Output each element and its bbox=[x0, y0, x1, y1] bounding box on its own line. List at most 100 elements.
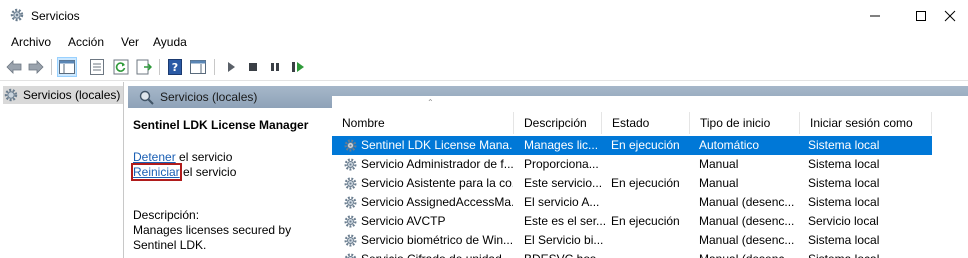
stop-icon bbox=[249, 63, 257, 71]
table-row[interactable]: Servicio Administrador de f... Proporcion… bbox=[332, 155, 932, 174]
service-description: Descripción: Manages licenses secured by… bbox=[133, 208, 333, 253]
cell-desc: Proporciona... bbox=[524, 157, 599, 171]
table-row[interactable]: Servicio Cifrado de unidad... BDESVC hos.… bbox=[332, 250, 932, 258]
cell-name: Sentinel LDK License Mana... bbox=[361, 138, 513, 152]
action-pane-icon bbox=[190, 60, 206, 74]
cell-state: En ejecución bbox=[611, 138, 680, 152]
sort-ascending-icon: ⌃ bbox=[427, 98, 434, 107]
cell-startup: Automático bbox=[699, 138, 760, 152]
export-list-button[interactable] bbox=[134, 57, 154, 77]
table-row[interactable]: Servicio AssignedAccessMa... El servicio … bbox=[332, 193, 932, 212]
cell-startup: Manual (desenc... bbox=[699, 214, 795, 228]
refresh-button[interactable] bbox=[111, 57, 131, 77]
minimize-icon bbox=[870, 15, 880, 17]
pause-icon bbox=[271, 63, 279, 71]
pause-service-button[interactable] bbox=[265, 57, 285, 77]
stop-action-suffix: el servicio bbox=[175, 150, 233, 164]
service-gear-icon bbox=[344, 158, 357, 171]
cell-state bbox=[611, 155, 693, 174]
cell-name: Servicio Administrador de f... bbox=[361, 157, 513, 171]
back-arrow-icon bbox=[6, 60, 22, 74]
console-tree: Servicios (locales) bbox=[0, 82, 124, 258]
service-gear-icon bbox=[344, 215, 357, 228]
service-gear-icon bbox=[344, 253, 357, 258]
service-gear-icon bbox=[344, 234, 357, 247]
toolbar-separator bbox=[159, 59, 160, 75]
restart-service-link[interactable]: Reiniciar bbox=[131, 163, 182, 181]
column-header-logon-as[interactable]: Iniciar sesión como bbox=[800, 112, 932, 134]
column-header-status[interactable]: Estado bbox=[602, 112, 690, 134]
cell-startup: Manual (desenc... bbox=[699, 250, 803, 258]
play-icon bbox=[228, 62, 235, 72]
cell-name: Servicio Cifrado de unidad... bbox=[361, 250, 513, 258]
maximize-button[interactable] bbox=[898, 0, 944, 32]
toolbar: ? bbox=[0, 53, 968, 81]
column-header-description[interactable]: Descripción bbox=[514, 112, 602, 134]
restart-icon bbox=[292, 62, 304, 72]
table-header: Nombre Descripción Estado Tipo de inicio… bbox=[332, 112, 968, 134]
show-action-pane-button[interactable] bbox=[188, 57, 208, 77]
services-gear-icon bbox=[4, 88, 18, 102]
close-icon bbox=[944, 10, 956, 22]
menu-archivo[interactable]: Archivo bbox=[11, 35, 51, 49]
cell-startup: Manual bbox=[699, 176, 739, 190]
start-service-button[interactable] bbox=[221, 57, 241, 77]
back-button[interactable] bbox=[4, 57, 24, 77]
service-gear-icon bbox=[344, 196, 357, 209]
help-button[interactable]: ? bbox=[165, 57, 185, 77]
cell-logon: Sistema local bbox=[808, 157, 880, 171]
menu-bar: Archivo Acción Ver Ayuda bbox=[0, 32, 968, 52]
cell-name: Servicio AssignedAccessMa... bbox=[361, 195, 513, 209]
services-table: ⌃ Nombre Descripción Estado Tipo de inic… bbox=[332, 96, 968, 258]
properties-icon bbox=[90, 59, 104, 75]
stop-action-line: Detener el servicio bbox=[133, 150, 236, 165]
cell-logon: Sistema local bbox=[808, 195, 880, 209]
service-gear-icon bbox=[344, 139, 357, 152]
cell-logon: Sistema local bbox=[808, 250, 930, 258]
cell-name: Servicio Asistente para la co... bbox=[361, 176, 513, 190]
forward-arrow-icon bbox=[28, 60, 44, 74]
description-label: Descripción: bbox=[133, 208, 200, 222]
services-gear-icon bbox=[10, 8, 24, 22]
cell-state bbox=[611, 231, 693, 250]
cell-state bbox=[611, 193, 693, 212]
console-tree-icon bbox=[59, 60, 75, 74]
cell-name: Servicio AVCTP bbox=[361, 214, 446, 228]
column-header-startup-type[interactable]: Tipo de inicio bbox=[690, 112, 800, 134]
tree-item-label: Servicios (locales) bbox=[23, 88, 121, 102]
restart-action-suffix: el servicio bbox=[179, 165, 237, 179]
tree-item-services-local[interactable]: Servicios (locales) bbox=[3, 86, 123, 104]
menu-ver[interactable]: Ver bbox=[121, 35, 139, 49]
menu-accion[interactable]: Acción bbox=[68, 35, 104, 49]
table-row[interactable]: Servicio Asistente para la co... Este ser… bbox=[332, 174, 932, 193]
menu-ayuda[interactable]: Ayuda bbox=[153, 35, 187, 49]
cell-name: Servicio biométrico de Win... bbox=[361, 233, 513, 247]
cell-logon: Sistema local bbox=[808, 233, 880, 247]
pane-header-label: Servicios (locales) bbox=[160, 90, 258, 104]
restart-service-button[interactable] bbox=[288, 57, 308, 77]
cell-desc: Este servicio... bbox=[524, 176, 603, 190]
cell-desc: BDESVC hos... bbox=[524, 250, 606, 258]
service-detail-panel: Sentinel LDK License Manager Detener el … bbox=[128, 108, 332, 258]
stop-service-link[interactable]: Detener bbox=[133, 150, 176, 164]
cell-state: En ejecución bbox=[611, 214, 680, 228]
cell-logon: Servicio local bbox=[808, 214, 879, 228]
service-gear-icon bbox=[344, 177, 357, 190]
properties-button[interactable] bbox=[87, 57, 107, 77]
cell-logon: Sistema local bbox=[808, 138, 880, 152]
help-icon: ? bbox=[168, 59, 182, 75]
stop-service-button[interactable] bbox=[243, 57, 263, 77]
forward-button[interactable] bbox=[26, 57, 46, 77]
close-button[interactable] bbox=[944, 0, 968, 32]
column-header-name[interactable]: Nombre bbox=[332, 112, 514, 134]
service-title: Sentinel LDK License Manager bbox=[133, 118, 309, 132]
description-text: Manages licenses secured by Sentinel LDK… bbox=[133, 223, 292, 252]
minimize-button[interactable] bbox=[852, 0, 898, 32]
table-row[interactable]: Servicio biométrico de Win... El Servicio… bbox=[332, 231, 932, 250]
cell-desc: El servicio A... bbox=[524, 195, 600, 209]
show-hide-tree-button[interactable] bbox=[57, 57, 77, 77]
toolbar-separator bbox=[214, 59, 215, 75]
table-row[interactable]: Servicio AVCTP Este es el ser... En ejecuc… bbox=[332, 212, 932, 231]
export-icon bbox=[136, 59, 152, 75]
table-row[interactable]: Sentinel LDK License Mana... Manages lic.… bbox=[332, 136, 932, 155]
